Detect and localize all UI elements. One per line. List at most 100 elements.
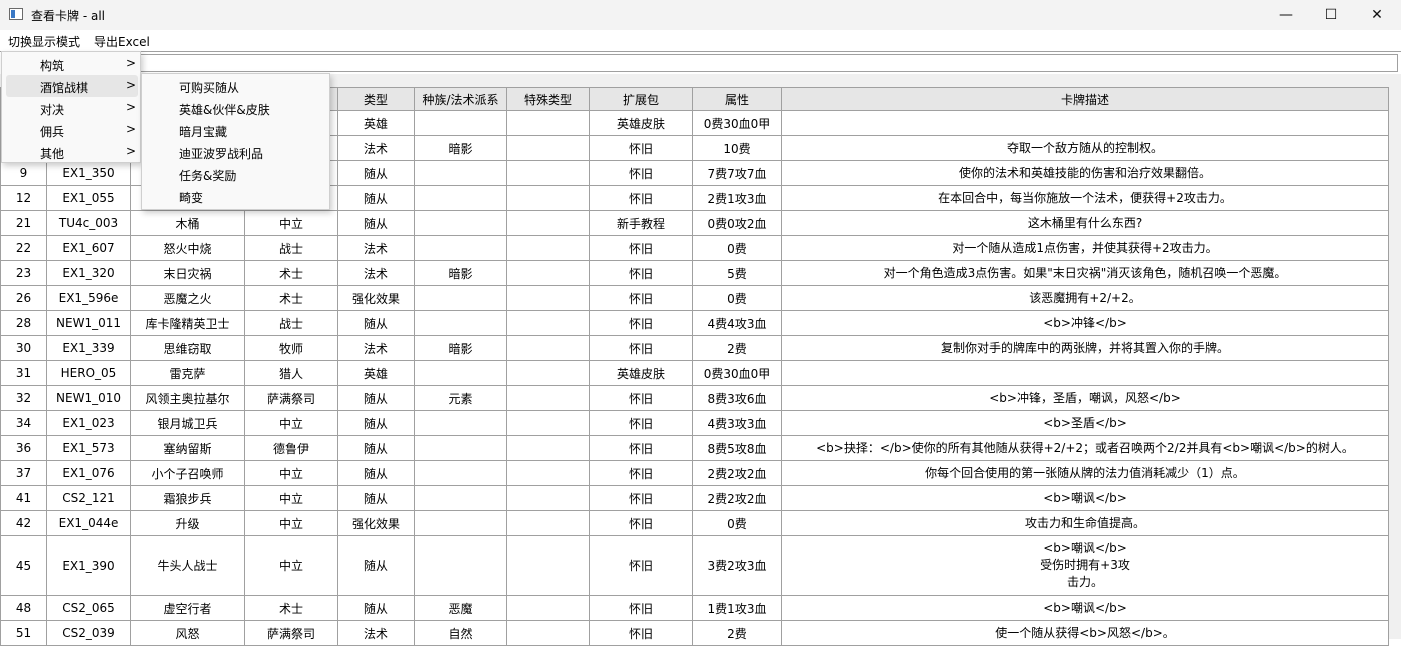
table-cell: 怀旧	[589, 135, 693, 161]
table-cell: 英雄皮肤	[589, 360, 693, 386]
table-cell: 随从	[337, 535, 415, 596]
table-cell: EX1_076	[46, 460, 131, 486]
submenu-item-diablo-loot[interactable]: 迪亚波罗战利品	[146, 141, 327, 163]
table-cell: 怀旧	[589, 235, 693, 261]
menu-item-mercenaries[interactable]: 佣兵 >	[6, 119, 138, 141]
table-cell: 在本回合中，每当你施放一个法术，便获得+2攻击力。	[781, 185, 1389, 211]
table-cell	[506, 110, 590, 136]
table-cell: 0费	[692, 285, 782, 311]
filter-input[interactable]	[1, 54, 1398, 72]
column-header[interactable]: 扩展包	[589, 87, 693, 111]
table-cell: 末日灾祸	[130, 260, 245, 286]
menu-item-duels[interactable]: 对决 >	[6, 97, 138, 119]
table-cell: 随从	[337, 385, 415, 411]
table-row[interactable]: 37 EX1_076 小个子召唤师 中立 随从 怀旧 2费2攻2血 你每个回合使用的第一张随从…	[0, 460, 1389, 486]
chevron-right-icon: >	[126, 144, 137, 158]
table-cell: CS2_039	[46, 620, 131, 646]
table-cell: 随从	[337, 435, 415, 461]
table-cell	[414, 210, 507, 236]
table-cell	[506, 335, 590, 361]
table-cell: 中立	[244, 460, 338, 486]
table-row[interactable]: 48 CS2_065 虚空行者 术士 随从 恶魔 怀旧 1费1攻3血 <b>嘲讽</b>	[0, 595, 1389, 621]
table-row[interactable]: 32 NEW1_010 风领主奥拉基尔 萨满祭司 随从 元素 怀旧 8费3攻6血 <b>冲锋，圣…	[0, 385, 1389, 411]
menu-export-excel[interactable]: 导出Excel	[94, 33, 150, 50]
table-row[interactable]: 23 EX1_320 末日灾祸 术士 法术 暗影 怀旧 5费 对一个角色造成3点伤害。如果"末日…	[0, 260, 1389, 286]
table-cell: 随从	[337, 185, 415, 211]
close-button[interactable]: ✕	[1354, 0, 1400, 30]
table-row[interactable]: 45 EX1_390 牛头人战士 中立 随从 怀旧 3费2攻3血 <b>嘲讽</b> 受伤时拥有…	[0, 535, 1389, 596]
column-header[interactable]: 属性	[692, 87, 782, 111]
table-cell: 萨满祭司	[244, 385, 338, 411]
table-row[interactable]: 22 EX1_607 怒火中烧 战士 法术 怀旧 0费 对一个随从造成1点伤害，并使其获得+2…	[0, 235, 1389, 261]
table-cell	[506, 185, 590, 211]
menu-toggle-display-mode[interactable]: 切换显示模式	[8, 33, 80, 50]
column-header[interactable]: 种族/法术派系	[414, 87, 507, 111]
table-cell: 4费4攻3血	[692, 310, 782, 336]
column-header[interactable]: 特殊类型	[506, 87, 590, 111]
table-cell: 小个子召唤师	[130, 460, 245, 486]
table-cell	[506, 360, 590, 386]
table-cell	[414, 360, 507, 386]
table-cell	[506, 135, 590, 161]
table-cell: 随从	[337, 460, 415, 486]
table-cell: 库卡隆精英卫士	[130, 310, 245, 336]
table-cell: 0费	[692, 235, 782, 261]
table-cell: <b>嘲讽</b>	[781, 485, 1389, 511]
table-cell: 随从	[337, 410, 415, 436]
table-cell: CS2_121	[46, 485, 131, 511]
menu-item-other[interactable]: 其他 >	[6, 141, 138, 163]
table-cell: 复制你对手的牌库中的两张牌，并将其置入你的手牌。	[781, 335, 1389, 361]
minimize-button[interactable]: —	[1263, 0, 1309, 30]
table-cell: 41	[0, 485, 47, 511]
table-row[interactable]: 42 EX1_044e 升级 中立 强化效果 怀旧 0费 攻击力和生命值提高。	[0, 510, 1389, 536]
submenu-item-quests-rewards[interactable]: 任务&奖励	[146, 163, 327, 185]
table-row[interactable]: 30 EX1_339 思维窃取 牧师 法术 暗影 怀旧 2费 复制你对手的牌库中的两张牌，并将其…	[0, 335, 1389, 361]
submenu-item-buyable-minions[interactable]: 可购买随从	[146, 75, 327, 97]
column-header[interactable]: 类型	[337, 87, 415, 111]
table-cell: 0费30血0甲	[692, 360, 782, 386]
table-cell: 风领主奥拉基尔	[130, 385, 245, 411]
table-cell: 怀旧	[589, 310, 693, 336]
table-cell: 新手教程	[589, 210, 693, 236]
table-cell: EX1_055	[46, 185, 131, 211]
table-cell: 英雄	[337, 360, 415, 386]
table-cell: 术士	[244, 260, 338, 286]
table-cell: 战士	[244, 235, 338, 261]
table-cell: EX1_596e	[46, 285, 131, 311]
table-cell	[506, 310, 590, 336]
table-cell: 36	[0, 435, 47, 461]
submenu-item-darkmoon-treasures[interactable]: 暗月宝藏	[146, 119, 327, 141]
table-cell: 该恶魔拥有+2/+2。	[781, 285, 1389, 311]
maximize-button[interactable]: ☐	[1308, 0, 1354, 30]
menu-item-battlegrounds[interactable]: 酒馆战棋 >	[6, 75, 138, 97]
table-cell	[414, 410, 507, 436]
table-row[interactable]: 51 CS2_039 风怒 萨满祭司 法术 自然 怀旧 2费 使一个随从获得<b>风怒</b>。	[0, 620, 1389, 646]
table-cell: 法术	[337, 235, 415, 261]
table-row[interactable]: 34 EX1_023 银月城卫兵 中立 随从 怀旧 4费3攻3血 <b>圣盾</b>	[0, 410, 1389, 436]
table-cell: <b>冲锋，圣盾，嘲讽，风怒</b>	[781, 385, 1389, 411]
column-header[interactable]: 卡牌描述	[781, 87, 1389, 111]
table-cell: 中立	[244, 410, 338, 436]
table-cell: EX1_339	[46, 335, 131, 361]
table-row[interactable]: 26 EX1_596e 恶魔之火 术士 强化效果 怀旧 0费 该恶魔拥有+2/+2。	[0, 285, 1389, 311]
table-cell: 随从	[337, 210, 415, 236]
submenu-item-anomalies[interactable]: 畸变	[146, 185, 327, 207]
chevron-right-icon: >	[126, 122, 137, 136]
table-cell: 怀旧	[589, 595, 693, 621]
table-cell: 随从	[337, 595, 415, 621]
table-row[interactable]: 36 EX1_573 塞纳留斯 德鲁伊 随从 怀旧 8费5攻8血 <b>抉择：</b>使你的所…	[0, 435, 1389, 461]
table-cell: 虚空行者	[130, 595, 245, 621]
table-cell: 怀旧	[589, 260, 693, 286]
table-cell	[414, 485, 507, 511]
submenu-item-heroes-buddies-skins[interactable]: 英雄&伙伴&皮肤	[146, 97, 327, 119]
table-row[interactable]: 21 TU4c_003 木桶 中立 随从 新手教程 0费0攻2血 这木桶里有什么东西?	[0, 210, 1389, 236]
table-row[interactable]: 31 HERO_05 雷克萨 猎人 英雄 英雄皮肤 0费30血0甲	[0, 360, 1389, 386]
table-row[interactable]: 28 NEW1_011 库卡隆精英卫士 战士 随从 怀旧 4费4攻3血 <b>冲锋</b>	[0, 310, 1389, 336]
table-cell: 你每个回合使用的第一张随从牌的法力值消耗减少（1）点。	[781, 460, 1389, 486]
menu-item-constructed[interactable]: 构筑 >	[6, 53, 138, 75]
table-cell	[506, 235, 590, 261]
table-row[interactable]: 41 CS2_121 霜狼步兵 中立 随从 怀旧 2费2攻2血 <b>嘲讽</b>	[0, 485, 1389, 511]
table-cell: 中立	[244, 210, 338, 236]
table-cell	[781, 110, 1389, 136]
table-cell: 风怒	[130, 620, 245, 646]
